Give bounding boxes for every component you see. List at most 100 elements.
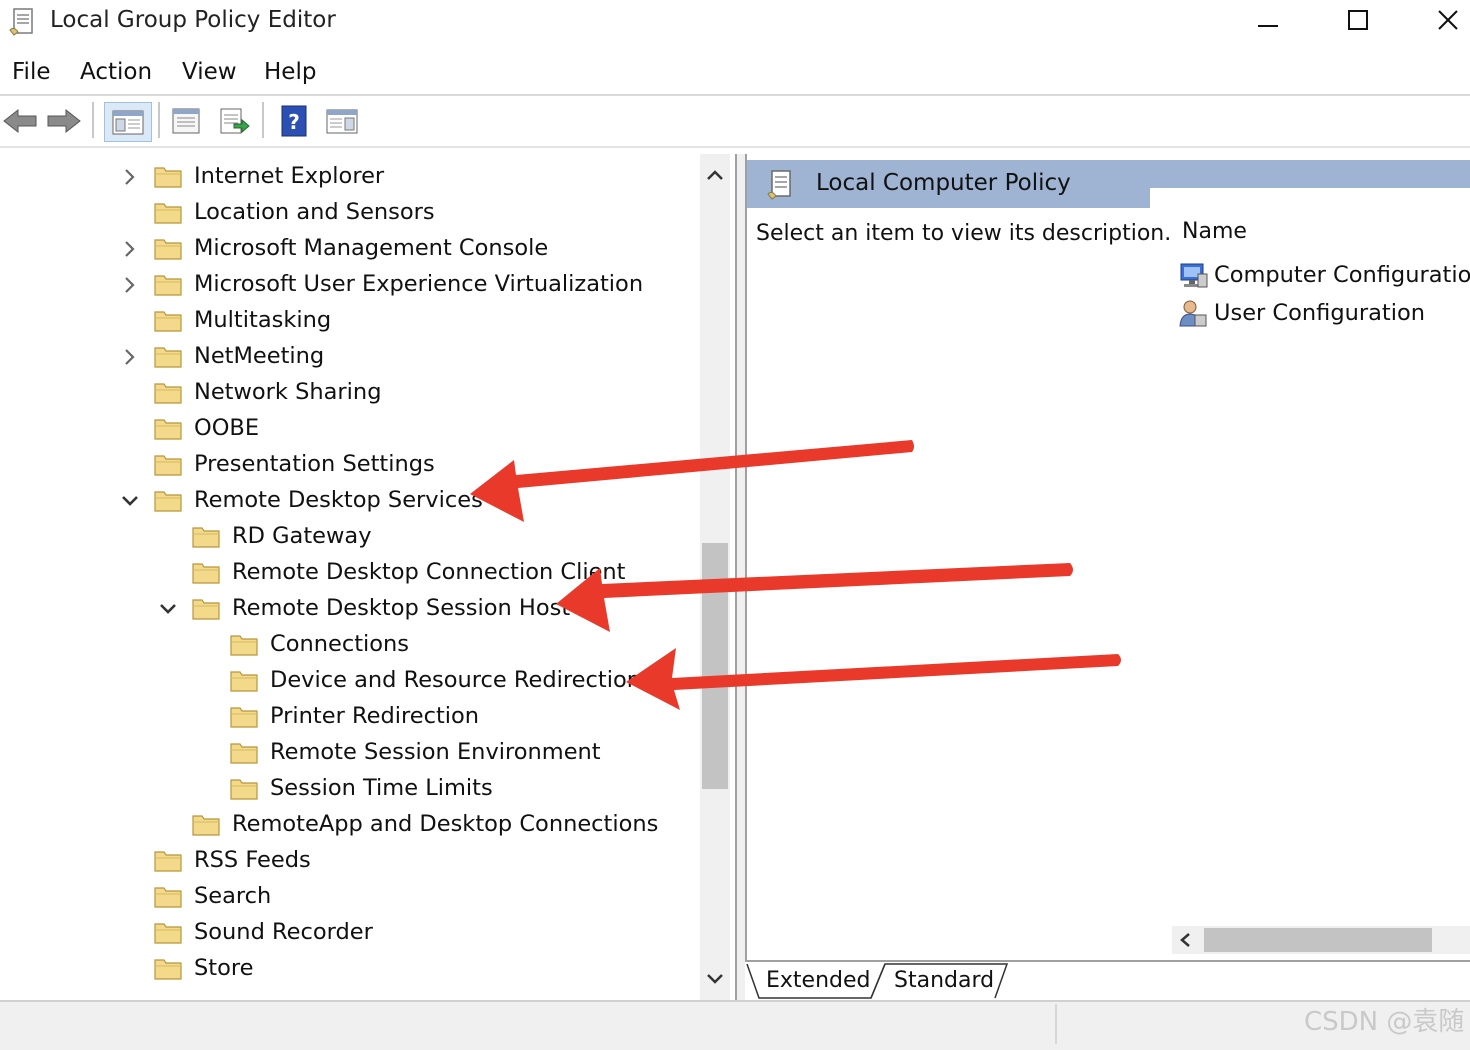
tree-item[interactable]: Store bbox=[154, 950, 253, 986]
show-hide-tree-button[interactable] bbox=[104, 102, 152, 142]
tree-item[interactable]: Remote Desktop Services bbox=[154, 482, 483, 518]
show-action-pane-button[interactable] bbox=[322, 102, 362, 140]
tree-item-label: Internet Explorer bbox=[194, 163, 385, 189]
close-icon bbox=[1438, 10, 1458, 30]
toolbar-separator bbox=[158, 102, 160, 138]
user-config-icon bbox=[1179, 300, 1207, 327]
chevron-right-icon[interactable] bbox=[120, 275, 140, 295]
folder-icon bbox=[154, 455, 182, 476]
tree-item[interactable]: RemoteApp and Desktop Connections bbox=[192, 806, 658, 842]
folder-icon bbox=[154, 347, 182, 368]
scroll-left-icon[interactable] bbox=[1178, 932, 1192, 948]
tab-extended[interactable]: Extended bbox=[766, 966, 871, 996]
folder-icon bbox=[192, 563, 220, 584]
tree-item[interactable]: Multitasking bbox=[154, 302, 331, 338]
tab-standard[interactable]: Standard bbox=[894, 966, 994, 996]
tree-item-label: Store bbox=[194, 955, 254, 981]
forward-arrow-icon bbox=[47, 108, 81, 134]
tree-item-label: Remote Desktop Session Host bbox=[232, 595, 571, 621]
tree-item-label: OOBE bbox=[194, 415, 260, 441]
forward-button[interactable] bbox=[44, 102, 84, 140]
description-text: Select an item to view its description. bbox=[756, 221, 1172, 246]
policy-editor-icon bbox=[9, 8, 33, 36]
folder-icon bbox=[154, 203, 182, 224]
tree-item-label: Session Time Limits bbox=[270, 775, 493, 801]
status-separator bbox=[1055, 1004, 1057, 1044]
tree-item-label: Network Sharing bbox=[194, 379, 382, 405]
properties-icon bbox=[172, 108, 200, 134]
tree-item-label: RD Gateway bbox=[232, 523, 372, 549]
menu-bar: File Action View Help bbox=[0, 50, 1470, 94]
toolbar-divider bbox=[0, 146, 1470, 148]
tree-item[interactable]: Remote Desktop Session Host bbox=[192, 590, 570, 626]
console-tree[interactable]: Internet Explorer Location and Sensors Mic… bbox=[0, 154, 737, 1000]
folder-icon bbox=[230, 779, 258, 800]
details-scroll-thumb[interactable] bbox=[1204, 928, 1432, 952]
pane-splitter[interactable] bbox=[737, 154, 745, 1000]
tree-item[interactable]: RD Gateway bbox=[192, 518, 372, 554]
list-item-user-configuration[interactable]: User Configuration bbox=[1178, 296, 1425, 330]
folder-icon bbox=[154, 275, 182, 296]
menu-help[interactable]: Help bbox=[264, 57, 316, 87]
tree-item-label: RemoteApp and Desktop Connections bbox=[232, 811, 659, 837]
minimize-button[interactable] bbox=[1238, 0, 1298, 40]
list-item-computer-configuration[interactable]: Computer Configuration bbox=[1178, 258, 1470, 292]
tree-item-label: Multitasking bbox=[194, 307, 332, 333]
folder-icon bbox=[154, 887, 182, 908]
column-header-name[interactable]: Name bbox=[1182, 218, 1247, 246]
chevron-down-icon[interactable] bbox=[158, 599, 178, 619]
tree-item[interactable]: Network Sharing bbox=[154, 374, 381, 410]
tree-item-label: Connections bbox=[270, 631, 410, 657]
menu-action[interactable]: Action bbox=[80, 57, 152, 87]
status-bar bbox=[0, 1000, 1470, 1050]
tree-item[interactable]: Printer Redirection bbox=[230, 698, 479, 734]
folder-icon bbox=[230, 635, 258, 656]
chevron-right-icon[interactable] bbox=[120, 167, 140, 187]
maximize-button[interactable] bbox=[1328, 0, 1388, 40]
tree-item[interactable]: Device and Resource Redirection bbox=[230, 662, 641, 698]
chevron-down-icon[interactable] bbox=[120, 491, 140, 511]
tree-item[interactable]: Session Time Limits bbox=[230, 770, 493, 806]
folder-icon bbox=[230, 671, 258, 692]
chevron-right-icon[interactable] bbox=[120, 347, 140, 367]
close-button[interactable] bbox=[1418, 0, 1470, 40]
tree-item-label: Sound Recorder bbox=[194, 919, 373, 945]
tree-item-label: Remote Desktop Connection Client bbox=[232, 559, 626, 585]
scroll-down-icon[interactable] bbox=[706, 972, 724, 986]
tree-item[interactable]: Presentation Settings bbox=[154, 446, 435, 482]
back-button[interactable] bbox=[0, 102, 40, 140]
tree-item[interactable]: Internet Explorer bbox=[154, 158, 384, 194]
help-button[interactable]: ? bbox=[274, 102, 314, 140]
tree-item[interactable]: Search bbox=[154, 878, 271, 914]
minimize-icon bbox=[1258, 25, 1278, 27]
tree-item[interactable]: Connections bbox=[230, 626, 409, 662]
help-icon: ? bbox=[281, 105, 307, 137]
tree-item[interactable]: Sound Recorder bbox=[154, 914, 373, 950]
properties-button[interactable] bbox=[166, 102, 206, 140]
tree-item-label: NetMeeting bbox=[194, 343, 325, 369]
folder-icon bbox=[230, 743, 258, 764]
menu-view[interactable]: View bbox=[182, 57, 237, 87]
tree-item[interactable]: Location and Sensors bbox=[154, 194, 435, 230]
tree-item[interactable]: NetMeeting bbox=[154, 338, 324, 374]
toolbar-separator bbox=[92, 102, 94, 138]
scroll-up-icon[interactable] bbox=[706, 168, 724, 182]
tree-item[interactable]: Remote Desktop Connection Client bbox=[192, 554, 626, 590]
tree-item[interactable]: RSS Feeds bbox=[154, 842, 311, 878]
folder-icon bbox=[154, 959, 182, 980]
export-list-button[interactable] bbox=[214, 102, 254, 140]
folder-icon bbox=[154, 383, 182, 404]
folder-icon bbox=[230, 707, 258, 728]
tree-item[interactable]: Microsoft User Experience Virtualization bbox=[154, 266, 643, 302]
tree-item[interactable]: Microsoft Management Console bbox=[154, 230, 548, 266]
tree-scroll-thumb[interactable] bbox=[702, 543, 728, 789]
menu-file[interactable]: File bbox=[12, 57, 51, 87]
tree-item-label: Search bbox=[194, 883, 272, 909]
chevron-right-icon[interactable] bbox=[120, 239, 140, 259]
tree-item[interactable]: Remote Session Environment bbox=[230, 734, 601, 770]
folder-icon bbox=[154, 167, 182, 188]
folder-icon bbox=[192, 815, 220, 836]
tree-item[interactable]: OOBE bbox=[154, 410, 259, 446]
details-title: Local Computer Policy bbox=[816, 170, 1071, 196]
tree-item-label: Presentation Settings bbox=[194, 451, 435, 477]
